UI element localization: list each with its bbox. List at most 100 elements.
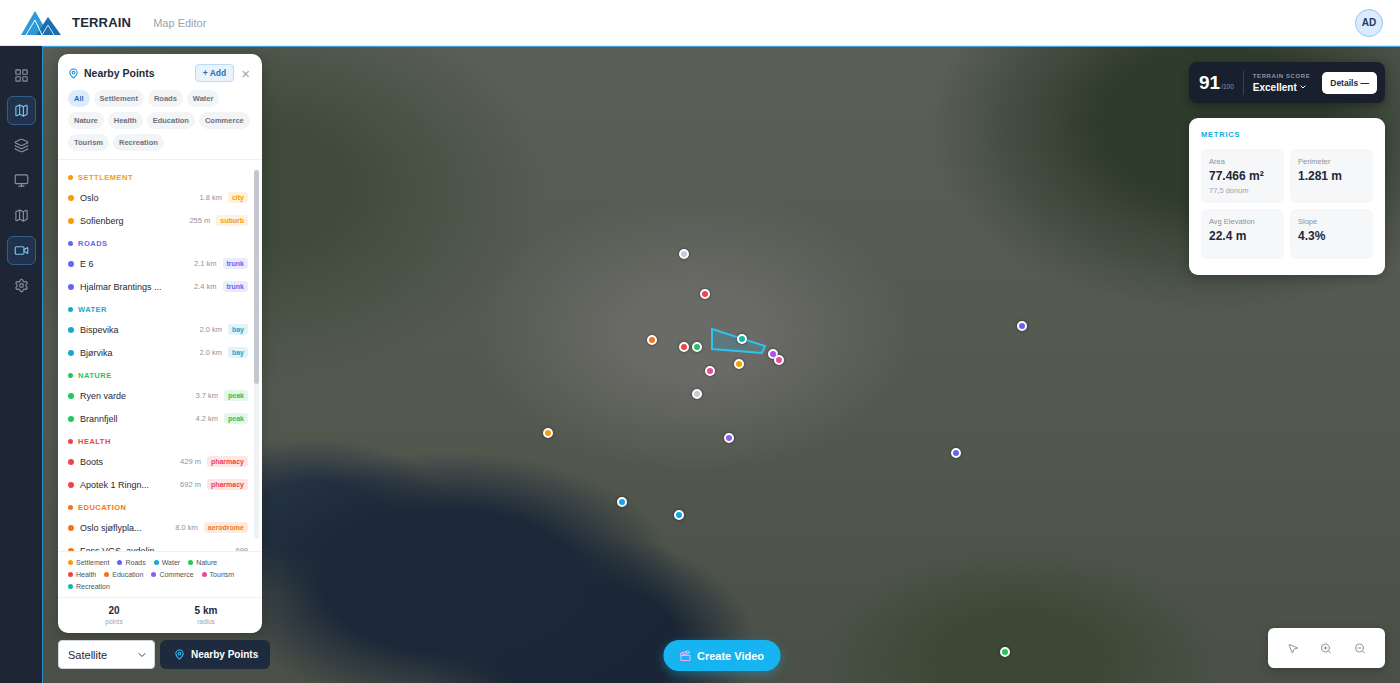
map-pin[interactable] xyxy=(774,355,784,365)
zoom-in-icon xyxy=(1320,642,1332,655)
map-pin[interactable] xyxy=(617,497,627,507)
group-header: SETTLEMENT xyxy=(68,166,248,186)
map-pin[interactable] xyxy=(679,249,689,259)
point-row[interactable]: Foss VGS, avdelin...699 xyxy=(68,539,248,551)
scrollbar-thumb[interactable] xyxy=(254,170,259,384)
side-rail xyxy=(0,46,42,683)
filter-chip[interactable]: Nature xyxy=(68,112,104,129)
metric-cell: Perimeter1.281 m xyxy=(1290,149,1373,203)
group-dot xyxy=(68,505,73,510)
point-name: Apotek 1 Ringn... xyxy=(80,480,149,490)
rail-item[interactable] xyxy=(7,61,36,90)
workspace: Nearby Points+ Add×AllSettlementRoadsWat… xyxy=(0,46,1400,683)
point-row[interactable]: E 62.1 kmtrunk xyxy=(68,252,248,275)
map-pin[interactable] xyxy=(647,335,657,345)
bottom-left-controls: SatelliteNearby Points xyxy=(58,640,270,669)
point-name: Sofienberg xyxy=(80,216,124,226)
map-pin[interactable] xyxy=(679,342,689,352)
map-pin[interactable] xyxy=(951,448,961,458)
satellite-map[interactable]: Nearby Points+ Add×AllSettlementRoadsWat… xyxy=(42,46,1400,683)
filter-chip[interactable]: Commerce xyxy=(199,112,250,129)
filter-chip[interactable]: All xyxy=(68,90,90,107)
filter-chip[interactable]: Tourism xyxy=(68,134,109,151)
filter-chip[interactable]: Education xyxy=(147,112,195,129)
legend: SettlementRoadsWaterNatureHealthEducatio… xyxy=(58,551,262,597)
zoom-in-button[interactable] xyxy=(1314,636,1338,660)
point-row[interactable]: Bjørvika2.0 kmbay xyxy=(68,341,248,364)
legend-item: Education xyxy=(104,571,143,578)
nearby-points-button[interactable]: Nearby Points xyxy=(160,640,270,669)
map-pin[interactable] xyxy=(692,342,702,352)
point-row[interactable]: Hjalmar Brantings ...2.4 kmtrunk xyxy=(68,275,248,298)
rail-item[interactable] xyxy=(7,166,36,195)
selection-polygon[interactable] xyxy=(712,329,765,353)
zoom-out-button[interactable] xyxy=(1348,636,1372,660)
create-video-button[interactable]: Create Video xyxy=(663,640,780,671)
point-dot xyxy=(68,548,74,552)
metric-value: 22.4 m xyxy=(1209,229,1276,243)
details-button[interactable]: Details — xyxy=(1322,72,1377,94)
score-divider xyxy=(1243,71,1244,95)
stat-label: points xyxy=(105,618,122,625)
brand[interactable]: TERRAINMap Editor xyxy=(20,9,206,36)
rail-item[interactable] xyxy=(7,201,36,230)
rail-item[interactable] xyxy=(7,131,36,160)
point-row[interactable]: Bispevika2.0 kmbay xyxy=(68,318,248,341)
user-avatar[interactable]: AD xyxy=(1355,9,1383,37)
point-dot xyxy=(68,393,74,399)
points-list: SETTLEMENTOslo1.8 kmcitySofienberg255 ms… xyxy=(58,160,262,551)
close-button[interactable]: × xyxy=(239,66,252,81)
map-pin[interactable] xyxy=(734,359,744,369)
map-pin[interactable] xyxy=(1000,647,1010,657)
rail-item[interactable] xyxy=(7,96,36,125)
layer-select[interactable]: Satellite xyxy=(58,640,155,669)
select-tool-button[interactable] xyxy=(1281,636,1305,660)
legend-item: Roads xyxy=(117,559,145,566)
group-header: ROADS xyxy=(68,232,248,252)
legend-item: Water xyxy=(154,559,180,566)
legend-item: Nature xyxy=(188,559,217,566)
point-row[interactable]: Ryen varde3.7 kmpeak xyxy=(68,384,248,407)
group-dot xyxy=(68,373,73,378)
score-rating[interactable]: Excellent xyxy=(1253,82,1310,93)
point-dot xyxy=(68,482,74,488)
rail-item[interactable] xyxy=(7,271,36,300)
filter-chip[interactable]: Settlement xyxy=(94,90,144,107)
map-pin[interactable] xyxy=(674,510,684,520)
point-distance: 2.4 km xyxy=(194,282,217,291)
point-badge: pharmacy xyxy=(207,456,248,467)
point-distance: 2.1 km xyxy=(194,259,217,268)
map-pin[interactable] xyxy=(724,433,734,443)
point-row[interactable]: Oslo sjøflypla...8.0 kmaerodrome xyxy=(68,516,248,539)
filter-chip[interactable]: Water xyxy=(187,90,220,107)
point-dot xyxy=(68,284,74,290)
point-row[interactable]: Boots429 mpharmacy xyxy=(68,450,248,473)
map-pin[interactable] xyxy=(700,289,710,299)
point-dot xyxy=(68,416,74,422)
settings-icon xyxy=(14,278,29,293)
filter-chip[interactable]: Roads xyxy=(148,90,183,107)
legend-dot xyxy=(151,572,156,577)
terrain-logo-icon xyxy=(20,9,62,36)
map-pin[interactable] xyxy=(737,334,747,344)
rail-item[interactable] xyxy=(7,236,36,265)
filter-chip[interactable]: Health xyxy=(108,112,143,129)
point-row[interactable]: Sofienberg255 msuburb xyxy=(68,209,248,232)
legend-item: Tourism xyxy=(202,571,235,578)
map-pin[interactable] xyxy=(1017,321,1027,331)
scrollbar[interactable] xyxy=(254,170,259,539)
panel-header: Nearby Points+ Add× xyxy=(58,54,262,88)
map-pin[interactable] xyxy=(692,389,702,399)
map-pin[interactable] xyxy=(543,428,553,438)
point-row[interactable]: Oslo1.8 kmcity xyxy=(68,186,248,209)
brand-name: TERRAIN xyxy=(72,15,131,30)
point-row[interactable]: Brannfjell4.2 kmpeak xyxy=(68,407,248,430)
point-distance: 3.7 km xyxy=(196,391,219,400)
point-distance: 2.0 km xyxy=(199,348,222,357)
point-row[interactable]: Apotek 1 Ringn...692 mpharmacy xyxy=(68,473,248,496)
legend-dot xyxy=(68,572,73,577)
map-pin[interactable] xyxy=(705,366,715,376)
metric-label: Area xyxy=(1209,157,1276,166)
add-button[interactable]: + Add xyxy=(195,64,235,82)
filter-chip[interactable]: Recreation xyxy=(113,134,164,151)
